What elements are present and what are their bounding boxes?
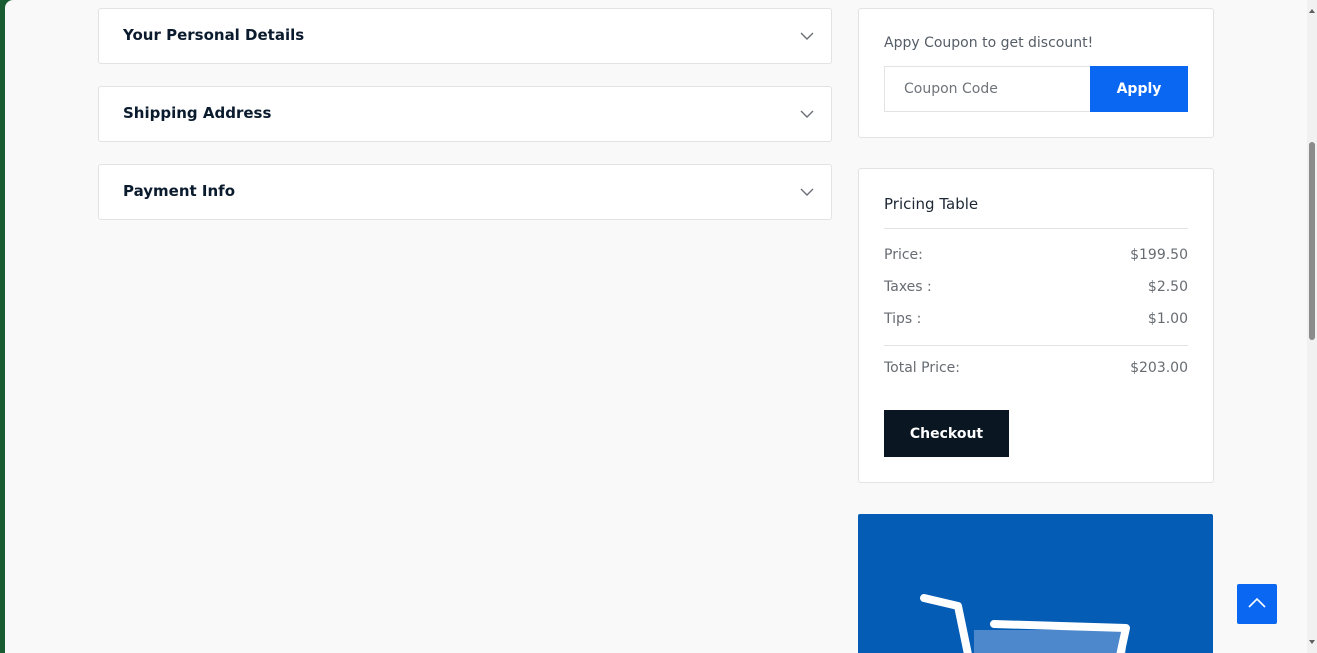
coupon-card: Appy Coupon to get discount! Apply	[858, 8, 1214, 138]
chevron-up-icon	[1248, 597, 1266, 608]
taxes-label: Taxes :	[884, 279, 932, 295]
accordion-payment-info[interactable]: Payment Info	[98, 164, 832, 220]
chevron-down-icon	[800, 188, 814, 196]
total-price-value: $203.00	[1130, 360, 1188, 376]
tips-row: Tips : $1.00	[884, 311, 1188, 327]
accordion-personal-details[interactable]: Your Personal Details	[98, 8, 832, 64]
taxes-value: $2.50	[1147, 279, 1188, 295]
page-scrollbar[interactable]	[1307, 0, 1317, 653]
scroll-down-arrow-icon[interactable]	[1309, 640, 1315, 644]
accordion-title: Your Personal Details	[123, 26, 305, 44]
scroll-up-arrow-icon[interactable]	[1309, 9, 1315, 13]
scroll-to-top-button[interactable]	[1237, 584, 1277, 624]
divider	[884, 228, 1188, 229]
chevron-down-icon	[800, 32, 814, 40]
apply-coupon-button[interactable]: Apply	[1090, 66, 1188, 112]
tips-value: $1.00	[1147, 311, 1188, 327]
pricing-table-title: Pricing Table	[884, 195, 979, 213]
checkout-button[interactable]: Checkout	[884, 410, 1009, 457]
taxes-row: Taxes : $2.50	[884, 279, 1188, 295]
accordion-title: Payment Info	[123, 182, 235, 200]
promo-banner	[858, 514, 1213, 653]
scrollbar-thumb[interactable]	[1309, 142, 1315, 340]
coupon-code-input[interactable]	[884, 66, 1090, 112]
price-row: Price: $199.50	[884, 247, 1188, 263]
coupon-title: Appy Coupon to get discount!	[884, 35, 1094, 51]
page-viewport: Your Personal Details Shipping Address P…	[5, 0, 1317, 653]
accordion-shipping-address[interactable]: Shipping Address	[98, 86, 832, 142]
total-price-row: Total Price: $203.00	[884, 360, 1188, 376]
total-price-label: Total Price:	[884, 360, 961, 376]
tips-label: Tips :	[884, 311, 922, 327]
price-label: Price:	[884, 247, 923, 263]
price-value: $199.50	[1130, 247, 1188, 263]
divider	[884, 345, 1188, 346]
accordion-title: Shipping Address	[123, 104, 272, 122]
pricing-table-card: Pricing Table Price: $199.50 Taxes : $2.…	[858, 168, 1214, 483]
shopping-cart-icon	[920, 594, 1130, 653]
chevron-down-icon	[800, 110, 814, 118]
